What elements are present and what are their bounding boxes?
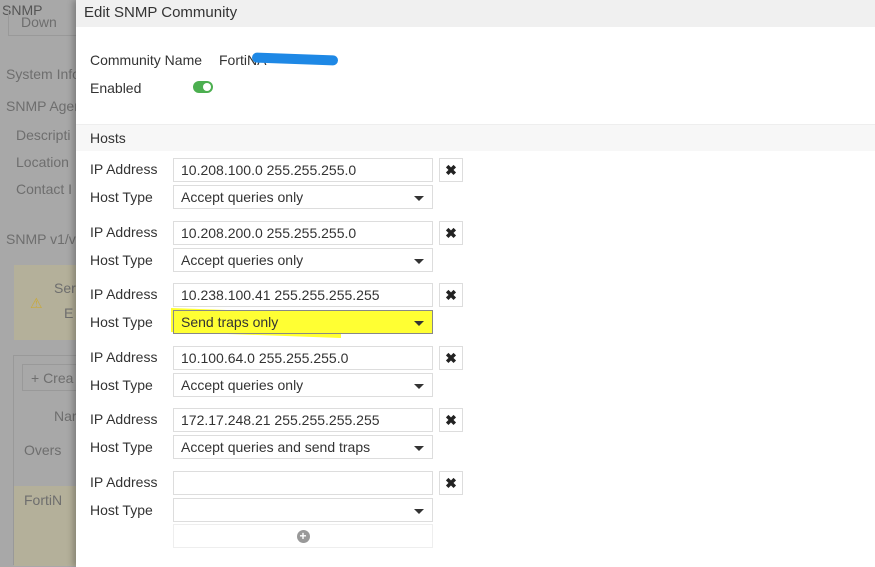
ip-address-input[interactable]: 10.100.64.0 255.255.255.0 <box>173 345 433 370</box>
warning-box: ⚠ Ser E <box>14 265 76 340</box>
remove-host-button[interactable]: ✖ <box>439 408 463 432</box>
host-entry: IP Address 172.17.248.21 255.255.255.255… <box>76 408 875 464</box>
remove-host-button[interactable]: ✖ <box>439 470 463 495</box>
ip-address-label: IP Address <box>90 411 158 427</box>
host-entry: IP Address 10.208.100.0 255.255.255.0 ✖ … <box>76 158 875 214</box>
ip-address-label: IP Address <box>90 286 158 302</box>
ip-address-label: IP Address <box>90 473 158 490</box>
label-contact: Contact I <box>16 181 73 197</box>
host-type-label: Host Type <box>90 501 153 518</box>
add-host-button[interactable]: + <box>173 524 433 548</box>
host-type-label: Host Type <box>90 189 153 205</box>
ip-address-input[interactable] <box>173 470 433 495</box>
host-type-label: Host Type <box>90 439 153 455</box>
section-system-info: System Info <box>6 66 76 82</box>
host-type-label: Host Type <box>90 251 153 268</box>
remove-host-button[interactable]: ✖ <box>439 158 463 182</box>
enabled-label: Enabled <box>90 80 142 96</box>
close-icon: ✖ <box>445 412 457 428</box>
host-entry: IP Address ✖ Host Type <box>76 470 875 527</box>
enabled-toggle[interactable] <box>193 81 213 93</box>
section-snmp-agent: SNMP Agen <box>6 98 76 114</box>
plus-circle-icon: + <box>296 530 310 543</box>
ip-address-label: IP Address <box>90 161 158 177</box>
label-description: Descripti <box>16 127 71 143</box>
ip-address-input[interactable]: 10.238.100.41 255.255.255.255 <box>173 283 433 307</box>
community-table: + Crea Nar Overs FortiN <box>13 355 76 566</box>
ip-address-input[interactable]: 10.208.100.0 255.255.255.0 <box>173 158 433 182</box>
label-location: Location <box>16 154 69 170</box>
ip-address-label: IP Address <box>90 223 158 240</box>
host-entry: IP Address 10.238.100.41 255.255.255.255… <box>76 283 875 339</box>
hosts-section-header: Hosts <box>76 124 875 151</box>
close-icon: ✖ <box>445 474 457 491</box>
host-type-select[interactable]: Accept queries only <box>173 185 433 209</box>
remove-host-button[interactable]: ✖ <box>439 283 463 307</box>
host-type-select[interactable]: Accept queries only <box>173 372 433 397</box>
dialog-title: Edit SNMP Community <box>76 0 875 27</box>
community-name-label: Community Name <box>90 52 203 68</box>
close-icon: ✖ <box>445 224 457 241</box>
ip-address-label: IP Address <box>90 348 158 365</box>
host-type-select[interactable] <box>173 497 433 522</box>
table-row: FortiN <box>14 486 76 566</box>
section-snmp-v1: SNMP v1/v <box>6 231 76 247</box>
ip-address-input[interactable]: 172.17.248.21 255.255.255.255 <box>173 408 433 432</box>
remove-host-button[interactable]: ✖ <box>439 220 463 245</box>
host-type-select[interactable]: Send traps only <box>173 310 433 334</box>
host-entry: IP Address 10.100.64.0 255.255.255.0 ✖ H… <box>76 345 875 402</box>
host-type-select[interactable]: Accept queries and send traps <box>173 435 433 459</box>
host-type-label: Host Type <box>90 314 153 330</box>
host-entry: IP Address 10.208.200.0 255.255.255.0 ✖ … <box>76 220 875 277</box>
host-type-select[interactable]: Accept queries only <box>173 247 433 272</box>
ip-address-input[interactable]: 10.208.200.0 255.255.255.0 <box>173 220 433 245</box>
edit-snmp-community-dialog: Edit SNMP Community Community Name Forti… <box>76 0 875 567</box>
background-page: SNMP Down System Info SNMP Agen Descript… <box>0 0 76 567</box>
close-icon: ✖ <box>445 287 457 303</box>
download-button: Down <box>8 10 76 36</box>
create-button: + Crea <box>22 364 76 391</box>
close-icon: ✖ <box>445 162 457 178</box>
close-icon: ✖ <box>445 349 457 366</box>
host-type-label: Host Type <box>90 376 153 393</box>
remove-host-button[interactable]: ✖ <box>439 345 463 370</box>
warning-icon: ⚠ <box>30 295 43 311</box>
